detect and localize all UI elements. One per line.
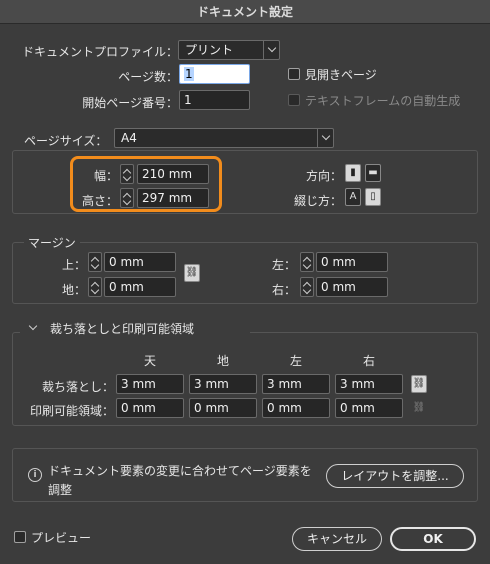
binding-left-icon[interactable]: A (345, 188, 361, 206)
ok-button[interactable]: OK (390, 527, 476, 551)
pages-input[interactable]: 1 (179, 64, 250, 84)
height-stepper[interactable] (120, 188, 134, 208)
start-page-value: 1 (184, 93, 192, 107)
bleed-title: 裁ち落としと印刷可能領域 (50, 322, 195, 336)
bleed-bottom-value: 3 mm (194, 377, 229, 391)
bleed-label: 裁ち落とし： (41, 380, 114, 394)
pages-label: ページ数： (118, 70, 178, 84)
height-input[interactable]: 297 mm (137, 188, 209, 208)
chevron-down-icon (263, 41, 279, 59)
slug-bottom-input[interactable]: 0 mm (189, 398, 257, 418)
height-label: 高さ： (81, 194, 118, 208)
chevron-down-icon (317, 129, 333, 147)
margin-left-value: 0 mm (321, 255, 356, 269)
slug-right-value: 0 mm (340, 401, 375, 415)
slug-top-input[interactable]: 0 mm (116, 398, 184, 418)
adjust-layout-button[interactable]: レイアウトを調整... (326, 464, 464, 488)
margin-top-label: 上： (61, 258, 86, 272)
bleed-left-input[interactable]: 3 mm (262, 374, 330, 394)
slug-right-input[interactable]: 0 mm (335, 398, 403, 418)
start-page-label: 開始ページ番号： (82, 96, 178, 110)
portrait-icon[interactable]: ▮ (345, 164, 361, 182)
bleed-top-input[interactable]: 3 mm (116, 374, 184, 394)
cancel-button[interactable]: キャンセル (292, 527, 382, 551)
binding-label: 綴じ方： (293, 194, 342, 208)
slug-top-value: 0 mm (121, 401, 156, 415)
profile-value: プリント (185, 43, 234, 57)
adjust-message-line2: 調整 (48, 483, 73, 497)
chevron-down-icon (28, 321, 38, 331)
margin-right-label: 右： (271, 283, 296, 297)
bleed-link-icon[interactable]: ⛓ (411, 375, 427, 393)
margin-left-input[interactable]: 0 mm (316, 252, 388, 272)
width-input[interactable]: 210 mm (137, 164, 209, 184)
margin-top-stepper[interactable] (88, 252, 102, 272)
col-header-left: 左 (289, 354, 302, 368)
margin-left-stepper[interactable] (300, 252, 314, 272)
margin-top-input[interactable]: 0 mm (104, 252, 176, 272)
bleed-left-value: 3 mm (267, 377, 302, 391)
link-icon[interactable]: ⛓ (184, 264, 200, 282)
preview-checkbox[interactable] (14, 531, 26, 543)
bleed-right-input[interactable]: 3 mm (335, 374, 403, 394)
info-icon: i (28, 468, 42, 482)
facing-checkbox[interactable] (288, 68, 300, 80)
col-header-right: 右 (362, 354, 375, 368)
margin-bottom-stepper[interactable] (88, 277, 102, 297)
margin-bottom-input[interactable]: 0 mm (104, 277, 176, 297)
slug-left-value: 0 mm (267, 401, 302, 415)
start-page-input[interactable]: 1 (179, 90, 250, 110)
page-size-label: ページサイズ： (24, 134, 108, 148)
slug-left-input[interactable]: 0 mm (262, 398, 330, 418)
text-frame-checkbox[interactable] (288, 94, 300, 106)
margin-right-value: 0 mm (321, 280, 356, 294)
margin-right-input[interactable]: 0 mm (316, 277, 388, 297)
page-size-dropdown[interactable]: A4 (114, 128, 334, 148)
margin-bottom-value: 0 mm (109, 280, 144, 294)
margin-bottom-label: 地： (61, 283, 86, 297)
margin-right-stepper[interactable] (300, 277, 314, 297)
landscape-icon[interactable]: ▬ (365, 164, 381, 182)
profile-label: ドキュメントプロファイル： (21, 45, 178, 59)
bleed-bottom-input[interactable]: 3 mm (189, 374, 257, 394)
page-size-value: A4 (121, 131, 137, 145)
margin-left-label: 左： (271, 258, 296, 272)
col-header-bottom: 地 (216, 354, 229, 368)
width-stepper[interactable] (120, 164, 134, 184)
window-title: ドキュメント設定 (0, 0, 490, 24)
height-value: 297 mm (142, 191, 193, 205)
bleed-header[interactable]: 裁ち落としと印刷可能領域 (20, 320, 250, 336)
text-frame-label: テキストフレームの自動生成 (305, 94, 461, 108)
facing-label: 見開きページ (305, 68, 377, 82)
slug-bottom-value: 0 mm (194, 401, 229, 415)
col-header-top: 天 (143, 354, 156, 368)
margins-title: マージン (24, 234, 80, 251)
profile-dropdown[interactable]: プリント (178, 40, 280, 60)
width-label: 幅： (93, 169, 118, 183)
adjust-message-line1: ドキュメント要素の変更に合わせてページ要素を (48, 464, 312, 478)
width-value: 210 mm (142, 167, 193, 181)
orientation-label: 方向： (305, 169, 342, 183)
bleed-right-value: 3 mm (340, 377, 375, 391)
preview-label: プレビュー (31, 531, 92, 545)
binding-right-icon[interactable]: ▯ (365, 188, 381, 206)
slug-label: 印刷可能領域： (29, 404, 114, 418)
bleed-top-value: 3 mm (121, 377, 156, 391)
margin-top-value: 0 mm (109, 255, 144, 269)
slug-unlink-icon[interactable]: ⛓ (411, 399, 427, 417)
pages-value: 1 (184, 67, 194, 81)
